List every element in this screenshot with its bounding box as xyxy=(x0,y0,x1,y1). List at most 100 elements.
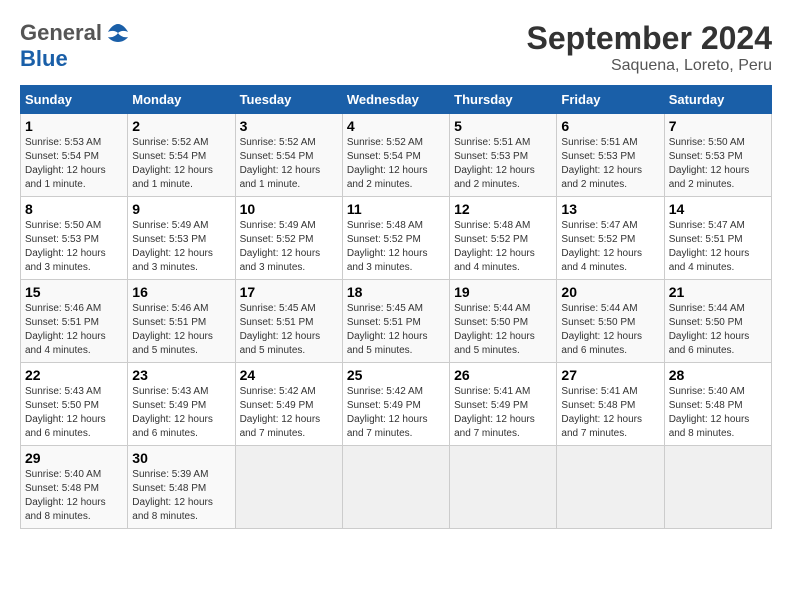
col-header-friday: Friday xyxy=(557,86,664,114)
title-area: September 2024 Saquena, Loreto, Peru xyxy=(527,20,772,75)
col-header-sunday: Sunday xyxy=(21,86,128,114)
day-cell xyxy=(235,446,342,529)
day-info: Sunrise: 5:47 AM Sunset: 5:52 PM Dayligh… xyxy=(561,219,659,275)
day-cell: 7Sunrise: 5:50 AM Sunset: 5:53 PM Daylig… xyxy=(664,114,771,197)
day-info: Sunrise: 5:42 AM Sunset: 5:49 PM Dayligh… xyxy=(240,385,338,441)
day-number: 12 xyxy=(454,201,552,217)
day-info: Sunrise: 5:48 AM Sunset: 5:52 PM Dayligh… xyxy=(454,219,552,275)
day-info: Sunrise: 5:51 AM Sunset: 5:53 PM Dayligh… xyxy=(561,136,659,192)
day-number: 25 xyxy=(347,367,445,383)
day-cell: 10 Sunrise: 5:49 AM Sunset: 5:52 PM Dayli… xyxy=(235,197,342,280)
day-info: Sunrise: 5:44 AM Sunset: 5:50 PM Dayligh… xyxy=(561,302,659,358)
day-number: 10 xyxy=(240,201,338,217)
day-cell: 20 Sunrise: 5:44 AM Sunset: 5:50 PM Dayli… xyxy=(557,280,664,363)
day-number: 23 xyxy=(132,367,230,383)
day-cell xyxy=(557,446,664,529)
day-cell: 5 Sunrise: 5:51 AM Sunset: 5:53 PM Daylig… xyxy=(450,114,557,197)
day-info: Sunrise: 5:49 AM Sunset: 5:53 PM Dayligh… xyxy=(132,219,230,275)
week-row-1: 1 Sunrise: 5:53 AM Sunset: 5:54 PM Daylig… xyxy=(21,114,772,197)
day-info: Sunrise: 5:40 AM Sunset: 5:48 PM Dayligh… xyxy=(25,468,123,524)
day-number: 3 xyxy=(240,118,338,134)
day-info: Sunrise: 5:49 AM Sunset: 5:52 PM Dayligh… xyxy=(240,219,338,275)
day-info: Sunrise: 5:52 AM Sunset: 5:54 PM Dayligh… xyxy=(347,136,445,192)
day-cell: 6 Sunrise: 5:51 AM Sunset: 5:53 PM Daylig… xyxy=(557,114,664,197)
day-info: Sunrise: 5:40 AM Sunset: 5:48 PM Dayligh… xyxy=(669,385,767,441)
logo-blue: Blue xyxy=(20,46,68,71)
day-cell: 8 Sunrise: 5:50 AM Sunset: 5:53 PM Daylig… xyxy=(21,197,128,280)
day-cell: 16Sunrise: 5:46 AM Sunset: 5:51 PM Dayli… xyxy=(128,280,235,363)
day-number: 30 xyxy=(132,450,230,466)
day-number: 5 xyxy=(454,118,552,134)
day-number: 6 xyxy=(561,118,659,134)
week-row-3: 15 Sunrise: 5:46 AM Sunset: 5:51 PM Dayli… xyxy=(21,280,772,363)
day-cell: 25 Sunrise: 5:42 AM Sunset: 5:49 PM Dayli… xyxy=(342,363,449,446)
day-number: 22 xyxy=(25,367,123,383)
month-title: September 2024 xyxy=(527,20,772,57)
day-info: Sunrise: 5:52 AM Sunset: 5:54 PM Dayligh… xyxy=(132,136,230,192)
col-header-monday: Monday xyxy=(128,86,235,114)
day-number: 1 xyxy=(25,118,123,134)
day-cell xyxy=(664,446,771,529)
day-cell: 15 Sunrise: 5:46 AM Sunset: 5:51 PM Dayli… xyxy=(21,280,128,363)
day-cell: 1 Sunrise: 5:53 AM Sunset: 5:54 PM Daylig… xyxy=(21,114,128,197)
day-info: Sunrise: 5:53 AM Sunset: 5:54 PM Dayligh… xyxy=(25,136,123,192)
day-cell: 19Sunrise: 5:44 AM Sunset: 5:50 PM Dayli… xyxy=(450,280,557,363)
day-info: Sunrise: 5:39 AM Sunset: 5:48 PM Dayligh… xyxy=(132,468,230,524)
day-number: 20 xyxy=(561,284,659,300)
day-cell xyxy=(450,446,557,529)
day-info: Sunrise: 5:51 AM Sunset: 5:53 PM Dayligh… xyxy=(454,136,552,192)
col-header-thursday: Thursday xyxy=(450,86,557,114)
day-info: Sunrise: 5:44 AM Sunset: 5:50 PM Dayligh… xyxy=(669,302,767,358)
day-number: 15 xyxy=(25,284,123,300)
day-info: Sunrise: 5:46 AM Sunset: 5:51 PM Dayligh… xyxy=(132,302,230,358)
day-info: Sunrise: 5:52 AM Sunset: 5:54 PM Dayligh… xyxy=(240,136,338,192)
day-info: Sunrise: 5:50 AM Sunset: 5:53 PM Dayligh… xyxy=(25,219,123,275)
day-info: Sunrise: 5:43 AM Sunset: 5:49 PM Dayligh… xyxy=(132,385,230,441)
day-cell: 18 Sunrise: 5:45 AM Sunset: 5:51 PM Dayli… xyxy=(342,280,449,363)
day-cell: 12 Sunrise: 5:48 AM Sunset: 5:52 PM Dayli… xyxy=(450,197,557,280)
day-info: Sunrise: 5:45 AM Sunset: 5:51 PM Dayligh… xyxy=(240,302,338,358)
day-info: Sunrise: 5:43 AM Sunset: 5:50 PM Dayligh… xyxy=(25,385,123,441)
day-cell: 2 Sunrise: 5:52 AM Sunset: 5:54 PM Daylig… xyxy=(128,114,235,197)
logo: General Blue xyxy=(20,20,132,72)
day-info: Sunrise: 5:45 AM Sunset: 5:51 PM Dayligh… xyxy=(347,302,445,358)
day-number: 18 xyxy=(347,284,445,300)
day-number: 7 xyxy=(669,118,767,134)
day-cell: 30 Sunrise: 5:39 AM Sunset: 5:48 PM Dayli… xyxy=(128,446,235,529)
logo-bird-icon xyxy=(104,22,132,44)
day-info: Sunrise: 5:46 AM Sunset: 5:51 PM Dayligh… xyxy=(25,302,123,358)
day-cell: 3 Sunrise: 5:52 AM Sunset: 5:54 PM Daylig… xyxy=(235,114,342,197)
day-cell: 14Sunrise: 5:47 AM Sunset: 5:51 PM Dayli… xyxy=(664,197,771,280)
day-cell: 13 Sunrise: 5:47 AM Sunset: 5:52 PM Dayli… xyxy=(557,197,664,280)
day-cell: 23 Sunrise: 5:43 AM Sunset: 5:49 PM Dayli… xyxy=(128,363,235,446)
day-number: 13 xyxy=(561,201,659,217)
day-number: 29 xyxy=(25,450,123,466)
week-row-5: 29 Sunrise: 5:40 AM Sunset: 5:48 PM Dayli… xyxy=(21,446,772,529)
day-number: 9 xyxy=(132,201,230,217)
page-header: General Blue September 2024 Saquena, Lor… xyxy=(20,20,772,75)
day-cell: 26Sunrise: 5:41 AM Sunset: 5:49 PM Dayli… xyxy=(450,363,557,446)
day-cell: 11 Sunrise: 5:48 AM Sunset: 5:52 PM Dayli… xyxy=(342,197,449,280)
calendar-table: SundayMondayTuesdayWednesdayThursdayFrid… xyxy=(20,85,772,529)
day-cell: 28Sunrise: 5:40 AM Sunset: 5:48 PM Dayli… xyxy=(664,363,771,446)
day-cell: 24Sunrise: 5:42 AM Sunset: 5:49 PM Dayli… xyxy=(235,363,342,446)
day-number: 8 xyxy=(25,201,123,217)
logo-general: General xyxy=(20,20,102,46)
header-row: SundayMondayTuesdayWednesdayThursdayFrid… xyxy=(21,86,772,114)
day-info: Sunrise: 5:42 AM Sunset: 5:49 PM Dayligh… xyxy=(347,385,445,441)
location-subtitle: Saquena, Loreto, Peru xyxy=(527,57,772,75)
day-number: 2 xyxy=(132,118,230,134)
col-header-saturday: Saturday xyxy=(664,86,771,114)
day-info: Sunrise: 5:48 AM Sunset: 5:52 PM Dayligh… xyxy=(347,219,445,275)
day-number: 4 xyxy=(347,118,445,134)
week-row-4: 22 Sunrise: 5:43 AM Sunset: 5:50 PM Dayli… xyxy=(21,363,772,446)
day-cell: 27Sunrise: 5:41 AM Sunset: 5:48 PM Dayli… xyxy=(557,363,664,446)
col-header-wednesday: Wednesday xyxy=(342,86,449,114)
day-cell: 21Sunrise: 5:44 AM Sunset: 5:50 PM Dayli… xyxy=(664,280,771,363)
day-number: 19 xyxy=(454,284,552,300)
day-number: 17 xyxy=(240,284,338,300)
day-cell: 29 Sunrise: 5:40 AM Sunset: 5:48 PM Dayli… xyxy=(21,446,128,529)
day-cell: 17 Sunrise: 5:45 AM Sunset: 5:51 PM Dayli… xyxy=(235,280,342,363)
day-info: Sunrise: 5:41 AM Sunset: 5:49 PM Dayligh… xyxy=(454,385,552,441)
day-number: 11 xyxy=(347,201,445,217)
